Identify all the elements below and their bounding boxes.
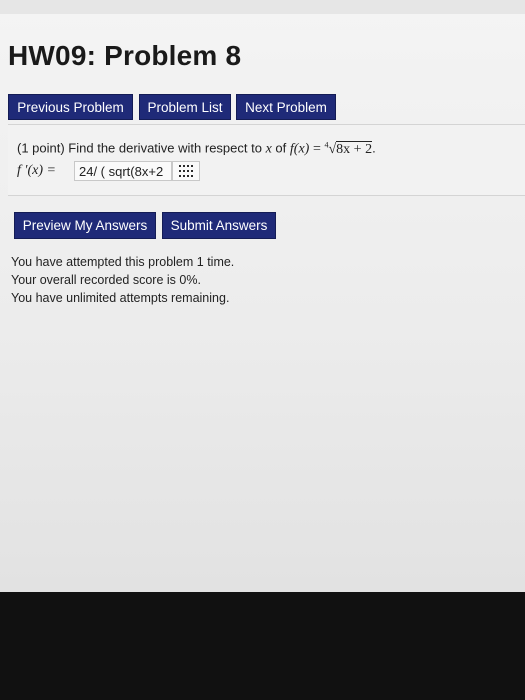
answer-label: f ′(x) = — [17, 163, 56, 178]
page-title: HW09: Problem 8 — [8, 40, 242, 71]
submit-answers-button[interactable]: Submit Answers — [162, 212, 276, 239]
problem-statement: (1 point) Find the derivative with respe… — [17, 140, 376, 158]
period: . — [372, 140, 376, 156]
radical: 4√8x + 2 — [324, 140, 373, 157]
radicand: 8x + 2 — [336, 140, 373, 157]
next-problem-button[interactable]: Next Problem — [236, 94, 336, 120]
preview-answers-button[interactable]: Preview My Answers — [14, 212, 156, 239]
score-status: Your overall recorded score is 0%. — [11, 273, 201, 287]
equals-sign: = — [312, 141, 321, 157]
grid-icon — [179, 165, 193, 177]
function-lhs: f(x) — [289, 141, 310, 157]
of-text: of — [275, 140, 287, 156]
answer-input[interactable]: 24/ ( sqrt(8x+2 — [74, 161, 172, 181]
variable-x: x — [265, 141, 272, 157]
problem-list-button[interactable]: Problem List — [139, 94, 231, 120]
previous-problem-button[interactable]: Previous Problem — [8, 94, 133, 120]
remaining-status: You have unlimited attempts remaining. — [11, 291, 230, 305]
browser-viewport: HW09: Problem 8 Previous Problem Problem… — [0, 0, 525, 592]
problem-prefix: (1 point) Find the derivative with respe… — [17, 140, 262, 156]
problem-panel: (1 point) Find the derivative with respe… — [8, 124, 525, 196]
equation-editor-button[interactable] — [172, 161, 200, 181]
top-strip — [0, 0, 525, 14]
attempts-status: You have attempted this problem 1 time. — [11, 255, 235, 269]
